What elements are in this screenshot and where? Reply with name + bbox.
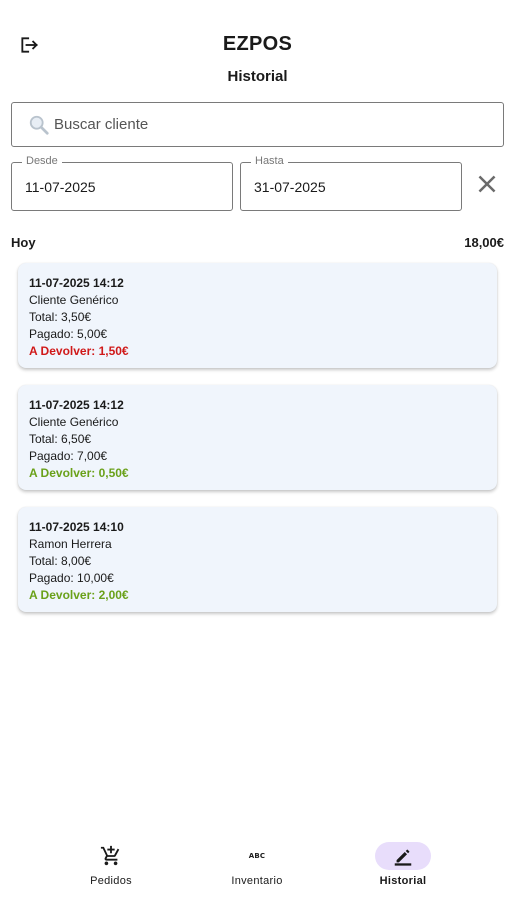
order-datetime: 11-07-2025 14:10 [29,520,124,534]
group-total: 18,00€ [464,235,504,250]
order-paid: Pagado: 7,00€ [29,449,108,463]
order-change: A Devolver: 1,50€ [29,344,129,358]
nav-icon-container [83,842,139,870]
group-label: Hoy [11,235,36,250]
nav-label-pedidos: Pedidos [90,875,132,887]
nav-icon-container [375,842,431,870]
date-to-field[interactable]: Hasta 31-07-2025 [240,155,462,211]
search-input[interactable] [54,116,454,133]
order-change: A Devolver: 0,50€ [29,466,129,480]
search-field[interactable] [11,102,504,147]
order-total: Total: 6,50€ [29,432,92,446]
nav-icon-container: ABC [229,842,285,870]
order-customer: Cliente Genérico [29,293,119,307]
order-total: Total: 3,50€ [29,310,92,324]
order-datetime: 11-07-2025 14:12 [29,398,124,412]
nav-label-historial: Historial [379,875,427,887]
order-change: A Devolver: 2,00€ [29,588,129,602]
nav-item-pedidos[interactable]: Pedidos [56,842,166,894]
bottom-navigation: Pedidos ABC Inventario Historial [0,834,515,898]
search-icon [29,115,49,135]
add-cart-icon [100,845,120,866]
page-title: Historial [227,68,288,85]
order-card[interactable]: 11-07-2025 14:12 Cliente Genérico Total:… [18,385,497,490]
order-customer: Cliente Genérico [29,415,119,429]
clear-filter-button[interactable] [474,172,500,196]
order-card[interactable]: 11-07-2025 14:10 Ramon Herrera Total: 8,… [18,507,497,612]
group-header: Hoy 18,00€ [11,235,504,250]
order-card[interactable]: 11-07-2025 14:12 Cliente Genérico Total:… [18,263,497,368]
nav-item-inventario[interactable]: ABC Inventario [202,842,312,894]
nav-item-historial[interactable]: Historial [348,842,458,894]
order-datetime: 11-07-2025 14:12 [29,276,124,290]
date-from-field[interactable]: Desde 11-07-2025 [11,155,233,211]
date-to-label: Hasta [251,155,288,167]
order-total: Total: 8,00€ [29,554,92,568]
close-icon [478,175,496,193]
order-paid: Pagado: 5,00€ [29,327,108,341]
nav-label-inventario: Inventario [231,875,283,887]
order-customer: Ramon Herrera [29,537,112,551]
app-header: EZPOS Historial [0,0,515,96]
date-from-label: Desde [22,155,62,167]
date-from-value: 11-07-2025 [25,179,96,195]
app-title: EZPOS [222,33,293,55]
edit-icon [394,849,412,866]
abc-icon: ABC [248,852,266,860]
date-to-value: 31-07-2025 [254,179,326,195]
order-paid: Pagado: 10,00€ [29,571,114,585]
